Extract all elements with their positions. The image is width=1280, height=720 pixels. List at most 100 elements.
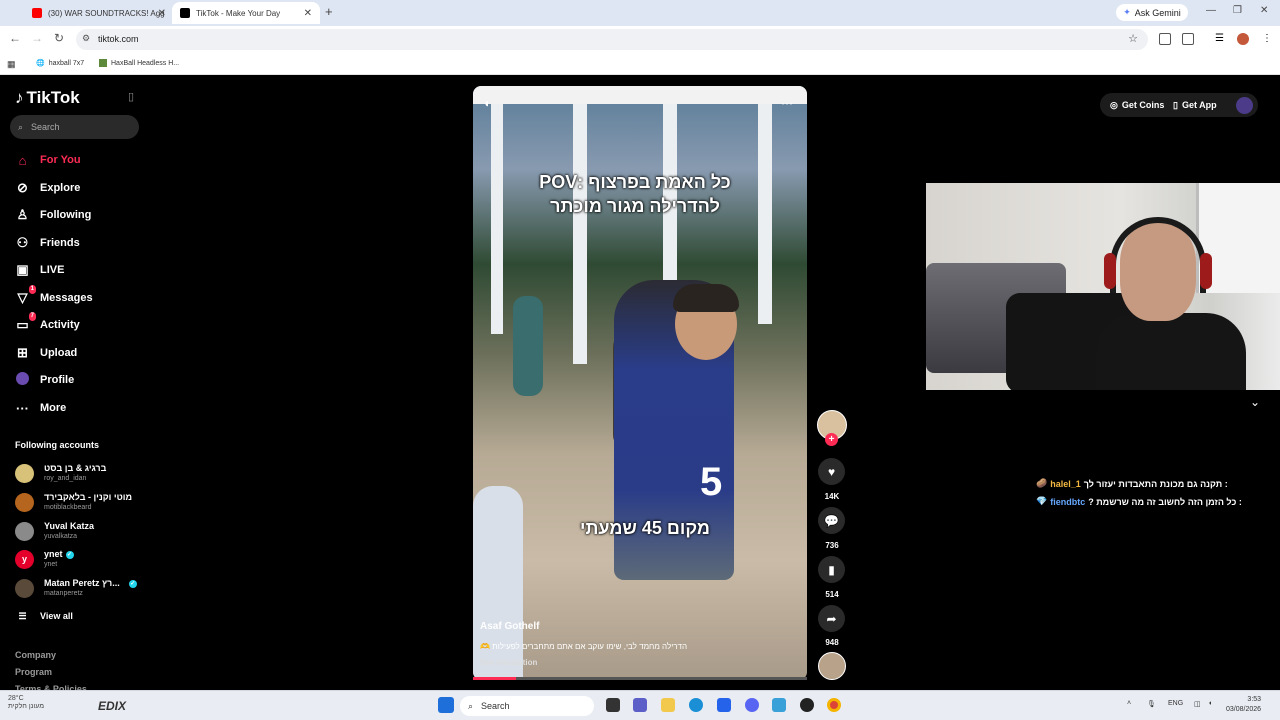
extension-icon[interactable] [1159,33,1171,45]
close-icon[interactable]: ✕ [304,8,312,19]
more-options-icon[interactable]: ··· [781,96,793,110]
nav-activity[interactable]: ▭ 7 Activity [15,312,80,335]
nav-live[interactable]: ▣ LIVE [15,260,64,280]
app-icon[interactable] [772,698,786,712]
video-description: הדרילה מחמד לבי, שימו עוקב אם אתם מתחברי… [480,642,688,651]
nav-messages[interactable]: ▽ 1 Messages [15,285,93,308]
footer-company[interactable]: Company [15,650,56,660]
volume-tray-icon[interactable]: ◖ [1208,700,1212,707]
nav-label: LIVE [40,264,65,276]
video-progress-bar[interactable] [473,677,807,680]
bookmark-haxball[interactable]: 🌐 haxball 7x7 [36,59,84,68]
account-item[interactable]: Matan Peretz רץ... ✓ matanperetz [15,575,137,601]
save-count: 514 [825,590,839,599]
weather-widget[interactable]: 28°C מעונן חלקית [8,695,44,711]
tab-youtube[interactable]: (30) WAR SOUNDTRACKS! Agg ✕ [24,2,174,24]
account-item[interactable]: ברגיג & בן בסט roy_and_idan [15,460,106,486]
account-item[interactable]: y ynet ✓ ynet [15,546,74,572]
footer-program[interactable]: Program [15,667,52,677]
bookmark-label: HaxBall Headless H... [111,59,180,67]
wifi-icon[interactable]: ◫ [1194,700,1201,708]
omnibox[interactable]: ⚙ tiktok.com ☆ [76,29,1148,50]
language-indicator[interactable]: ENG [1168,700,1183,707]
account-name: Yuval Katza [44,521,95,531]
video-author[interactable]: Asaf Gothelf [480,621,539,632]
search-input[interactable]: ⌕ Search [10,115,139,139]
maximize-icon[interactable]: ❐ [1233,5,1242,16]
nav-friends[interactable]: ⚇ Friends [15,233,80,253]
nav-for-you[interactable]: ⌂ For You [15,150,81,170]
minimize-icon[interactable]: — [1206,5,1216,16]
profile-avatar-icon[interactable] [1237,33,1249,45]
verified-icon: ✓ [65,550,74,559]
bookmark-haxball-headless[interactable]: HaxBall Headless H... [99,59,179,67]
store-icon[interactable] [717,698,731,712]
avatar [15,463,34,483]
nav-more[interactable]: ··· More [15,398,66,418]
menu-icon[interactable]: ⋮ [1262,33,1274,45]
taskbar-search[interactable]: ⌕ Search [460,696,594,716]
view-all-button[interactable]: ☰ View all [15,606,73,626]
following-accounts-title: Following accounts [15,440,100,450]
ask-gemini-button[interactable]: ✦ Ask Gemini [1116,4,1188,21]
discord-icon[interactable] [745,698,759,712]
tiktok-logo[interactable]: ♪ TikTok [15,88,80,108]
tray-chevron-icon[interactable]: ˄ [1127,700,1131,707]
like-count: 14K [824,492,840,501]
chevron-down-icon[interactable]: ⌄ [1243,395,1267,413]
get-coins-button[interactable]: ◎ Get Coins [1110,95,1164,115]
reload-icon[interactable]: ↻ [54,31,64,45]
see-translation-link[interactable]: See translation [480,658,537,667]
volume-icon[interactable]: ◖ [483,96,490,110]
follow-plus-icon[interactable]: + [825,433,838,446]
reading-list-icon[interactable]: ☰ [1215,33,1227,45]
share-button[interactable]: ➦ [818,605,845,632]
task-view-icon[interactable] [606,698,620,712]
close-window-icon[interactable]: ✕ [1260,5,1268,16]
bookmark-star-icon[interactable]: ☆ [1128,32,1138,45]
file-explorer-icon[interactable] [661,698,675,712]
chrome-icon[interactable] [827,698,841,712]
phone-icon: ▯ [1173,99,1178,110]
nav-explore[interactable]: ⊘ Explore [15,178,80,198]
sound-avatar[interactable] [818,652,846,680]
clock-time: 3:53 [1247,696,1262,703]
teams-icon[interactable] [633,698,647,712]
account-item[interactable]: Yuval Katza yuvalkatza [15,518,94,544]
get-app-button[interactable]: ▯ Get App [1173,95,1217,115]
user-avatar[interactable] [1236,97,1253,114]
windows-taskbar: 28°C מעונן חלקית EDIX ⌕ Search ˄ 🎙 ENG ◫… [0,690,1280,720]
puzzle-icon[interactable] [1182,33,1194,45]
view-all-label: View all [40,611,73,621]
system-clock[interactable]: 3:53 03/08/2026 [1226,695,1261,715]
mic-icon[interactable]: 🎙 [1147,700,1156,708]
save-button[interactable]: ▮ [818,556,845,583]
nav-profile[interactable]: Profile [15,370,74,390]
clock-date: 03/08/2026 [1226,706,1262,713]
account-item[interactable]: מוטי וקנין - בלאקבירד motiblackbeard [15,489,132,515]
comment-icon: 💬 [824,513,839,528]
weather-temp: 28°C [8,695,24,702]
close-icon[interactable]: ✕ [158,8,166,19]
account-handle: ynet [44,561,58,568]
comment-button[interactable]: 💬 [818,507,845,534]
nav-following[interactable]: ♙ Following [15,205,92,225]
apps-icon[interactable]: ▦ [7,59,16,70]
obs-icon[interactable] [800,698,814,712]
tab-tiktok[interactable]: TikTok - Make Your Day ✕ [172,2,320,24]
nav-label: For You [40,154,81,166]
site-info-icon[interactable]: ⚙ [82,33,90,44]
account-name: Matan Peretz רץ... [44,578,120,588]
nav-label: More [40,402,67,414]
account-handle: matanperetz [44,590,83,597]
like-button[interactable]: ♥ [818,458,845,485]
collapse-sidebar-icon[interactable]: ▯ [128,90,134,103]
jersey-number: 5 [700,460,723,504]
weather-desc: מעונן חלקית [8,703,45,710]
back-icon[interactable]: ← [9,31,21,45]
forward-icon[interactable]: → [31,31,43,45]
nav-upload[interactable]: ⊞ Upload [15,343,77,363]
windows-start-icon[interactable] [438,697,454,713]
edge-icon[interactable] [689,698,703,712]
new-tab-button[interactable]: + [325,4,333,19]
